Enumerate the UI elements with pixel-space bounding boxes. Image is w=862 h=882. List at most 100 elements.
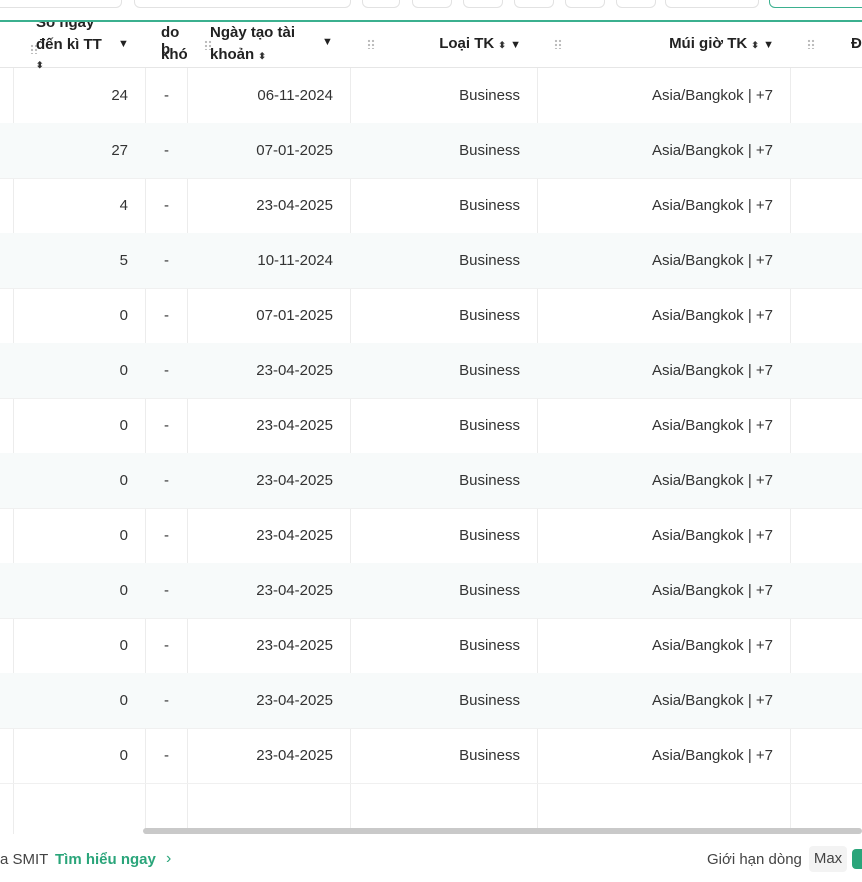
toolbar-icon-button[interactable]	[514, 0, 554, 8]
toolbar-icon-button[interactable]	[616, 0, 656, 8]
cell-created-date: 23-04-2025	[256, 472, 333, 489]
toolbar	[0, 0, 862, 22]
table-row[interactable]: 0 - 23-04-2025 Business Asia/Bangkok | +7	[0, 508, 862, 564]
data-grid: Số ngày đến kì TT ▼ ⬍ do b khó ⬍ Ngày tạ…	[0, 20, 862, 838]
dropdown-caret-icon[interactable]: ▼	[510, 39, 521, 51]
drag-handle-icon[interactable]	[367, 39, 375, 49]
learn-more-link[interactable]: Tìm hiểu ngay	[55, 851, 156, 868]
table-row[interactable]: 0 - 23-04-2025 Business Asia/Bangkok | +7	[0, 563, 862, 619]
toolbar-primary-button[interactable]	[769, 0, 862, 8]
row-limit-apply-button[interactable]	[852, 849, 862, 869]
dropdown-caret-icon[interactable]: ▼	[763, 39, 774, 51]
cell-lock-reason: -	[164, 417, 169, 434]
cell-days-to-payment: 0	[119, 362, 128, 379]
cell-timezone: Asia/Bangkok | +7	[651, 472, 773, 489]
cell-days-to-payment: 0	[119, 637, 128, 654]
cell-lock-reason: -	[164, 692, 169, 709]
cell-days-to-payment: 0	[119, 417, 128, 434]
cell-timezone: Asia/Bangkok | +7	[651, 362, 773, 379]
table-row[interactable]: 0 - 23-04-2025 Business Asia/Bangkok | +7	[0, 343, 862, 399]
cell-created-date: 07-01-2025	[256, 307, 333, 324]
toolbar-icon-button[interactable]	[565, 0, 605, 8]
footer-brand-text: a SMIT	[0, 851, 49, 868]
toolbar-button[interactable]	[665, 0, 759, 8]
toolbar-icon-button[interactable]	[412, 0, 452, 8]
table-row[interactable]: 0 - 07-01-2025 Business Asia/Bangkok | +7	[0, 288, 862, 344]
table-row[interactable]: 0 - 23-04-2025 Business Asia/Bangkok | +7	[0, 673, 862, 729]
column-header-label-line2: khoản ⬍	[210, 46, 266, 63]
cell-lock-reason: -	[164, 527, 169, 544]
cell-days-to-payment: 0	[119, 472, 128, 489]
cell-account-type: Business	[459, 692, 520, 709]
cell-days-to-payment: 5	[119, 252, 128, 269]
toolbar-button[interactable]	[0, 0, 122, 8]
column-header-account-type[interactable]: Loại TK ⬍ ▼	[351, 22, 537, 67]
column-header-days-to-payment[interactable]: Số ngày đến kì TT ▼ ⬍	[14, 22, 145, 70]
sort-icon[interactable]: ⬍	[498, 40, 506, 50]
column-header-label: Đ	[851, 35, 862, 52]
cell-account-type: Business	[459, 417, 520, 434]
cell-created-date: 23-04-2025	[256, 417, 333, 434]
cell-days-to-payment: 4	[119, 197, 128, 214]
column-header-label-group: Loại TK ⬍ ▼	[439, 35, 521, 52]
cell-lock-reason: -	[164, 252, 169, 269]
cell-timezone: Asia/Bangkok | +7	[651, 142, 773, 159]
cell-lock-reason: -	[164, 472, 169, 489]
dropdown-caret-icon[interactable]: ▼	[118, 38, 129, 50]
cell-account-type: Business	[459, 252, 520, 269]
dropdown-caret-icon[interactable]: ▼	[322, 36, 333, 48]
cell-lock-reason: -	[164, 197, 169, 214]
drag-handle-icon[interactable]	[807, 39, 815, 49]
column-header-label-line2: khó	[161, 46, 187, 63]
cell-timezone: Asia/Bangkok | +7	[651, 747, 773, 764]
sort-icon[interactable]: ⬍	[751, 40, 759, 50]
table-row[interactable]: 4 - 23-04-2025 Business Asia/Bangkok | +7	[0, 178, 862, 234]
table-row[interactable]: 0 - 23-04-2025 Business Asia/Bangkok | +7	[0, 453, 862, 509]
cell-timezone: Asia/Bangkok | +7	[651, 197, 773, 214]
toolbar-icon-button[interactable]	[362, 0, 400, 8]
table-row[interactable]: 0 - 23-04-2025 Business Asia/Bangkok | +7	[0, 398, 862, 454]
toolbar-icon-button[interactable]	[463, 0, 503, 8]
cell-created-date: 23-04-2025	[256, 637, 333, 654]
cell-account-type: Business	[459, 142, 520, 159]
cell-timezone: Asia/Bangkok | +7	[651, 252, 773, 269]
cell-lock-reason: -	[164, 582, 169, 599]
cell-lock-reason: -	[164, 637, 169, 654]
column-header-created-date[interactable]: Ngày tạo tài khoản ⬍ ▼	[188, 22, 350, 67]
table-row[interactable]: 0 - 23-04-2025 Business Asia/Bangkok | +7	[0, 618, 862, 674]
column-header-label-text: khoản	[210, 46, 255, 63]
cell-timezone: Asia/Bangkok | +7	[651, 87, 773, 104]
table-row[interactable]: 0 - 23-04-2025 Business Asia/Bangkok | +7	[0, 728, 862, 784]
cell-created-date: 23-04-2025	[256, 197, 333, 214]
cell-days-to-payment: 27	[111, 142, 128, 159]
cell-account-type: Business	[459, 637, 520, 654]
cell-timezone: Asia/Bangkok | +7	[651, 582, 773, 599]
cell-account-type: Business	[459, 527, 520, 544]
column-header-timezone[interactable]: Múi giờ TK ⬍ ▼	[538, 22, 790, 67]
cell-days-to-payment: 24	[111, 87, 128, 104]
table-row[interactable]: 27 - 07-01-2025 Business Asia/Bangkok | +7	[0, 123, 862, 179]
table-row[interactable]: 5 - 10-11-2024 Business Asia/Bangkok | +7	[0, 233, 862, 289]
cell-timezone: Asia/Bangkok | +7	[651, 637, 773, 654]
horizontal-scrollbar[interactable]	[143, 828, 862, 834]
chevron-right-icon[interactable]: ›	[166, 850, 171, 868]
cell-days-to-payment: 0	[119, 582, 128, 599]
column-header-label-line2: đến kì TT	[36, 36, 102, 53]
table-row[interactable]: 24 - 06-11-2024 Business Asia/Bangkok | +7	[0, 68, 862, 124]
cell-lock-reason: -	[164, 142, 169, 159]
column-header-next[interactable]: Đ	[791, 22, 862, 67]
row-limit-select[interactable]: Max	[809, 846, 847, 872]
cell-days-to-payment: 0	[119, 747, 128, 764]
cell-created-date: 23-04-2025	[256, 747, 333, 764]
cell-created-date: 23-04-2025	[256, 362, 333, 379]
cell-days-to-payment: 0	[119, 527, 128, 544]
toolbar-input[interactable]	[134, 0, 351, 8]
column-header-label: Loại TK	[439, 35, 495, 52]
drag-handle-icon[interactable]	[554, 39, 562, 49]
cell-created-date: 10-11-2024	[257, 252, 333, 269]
cell-lock-reason: -	[164, 747, 169, 764]
cell-created-date: 23-04-2025	[256, 527, 333, 544]
column-header-lock-reason[interactable]: do b khó ⬍	[146, 22, 187, 67]
sort-icon[interactable]: ⬍	[258, 51, 266, 61]
cell-timezone: Asia/Bangkok | +7	[651, 527, 773, 544]
